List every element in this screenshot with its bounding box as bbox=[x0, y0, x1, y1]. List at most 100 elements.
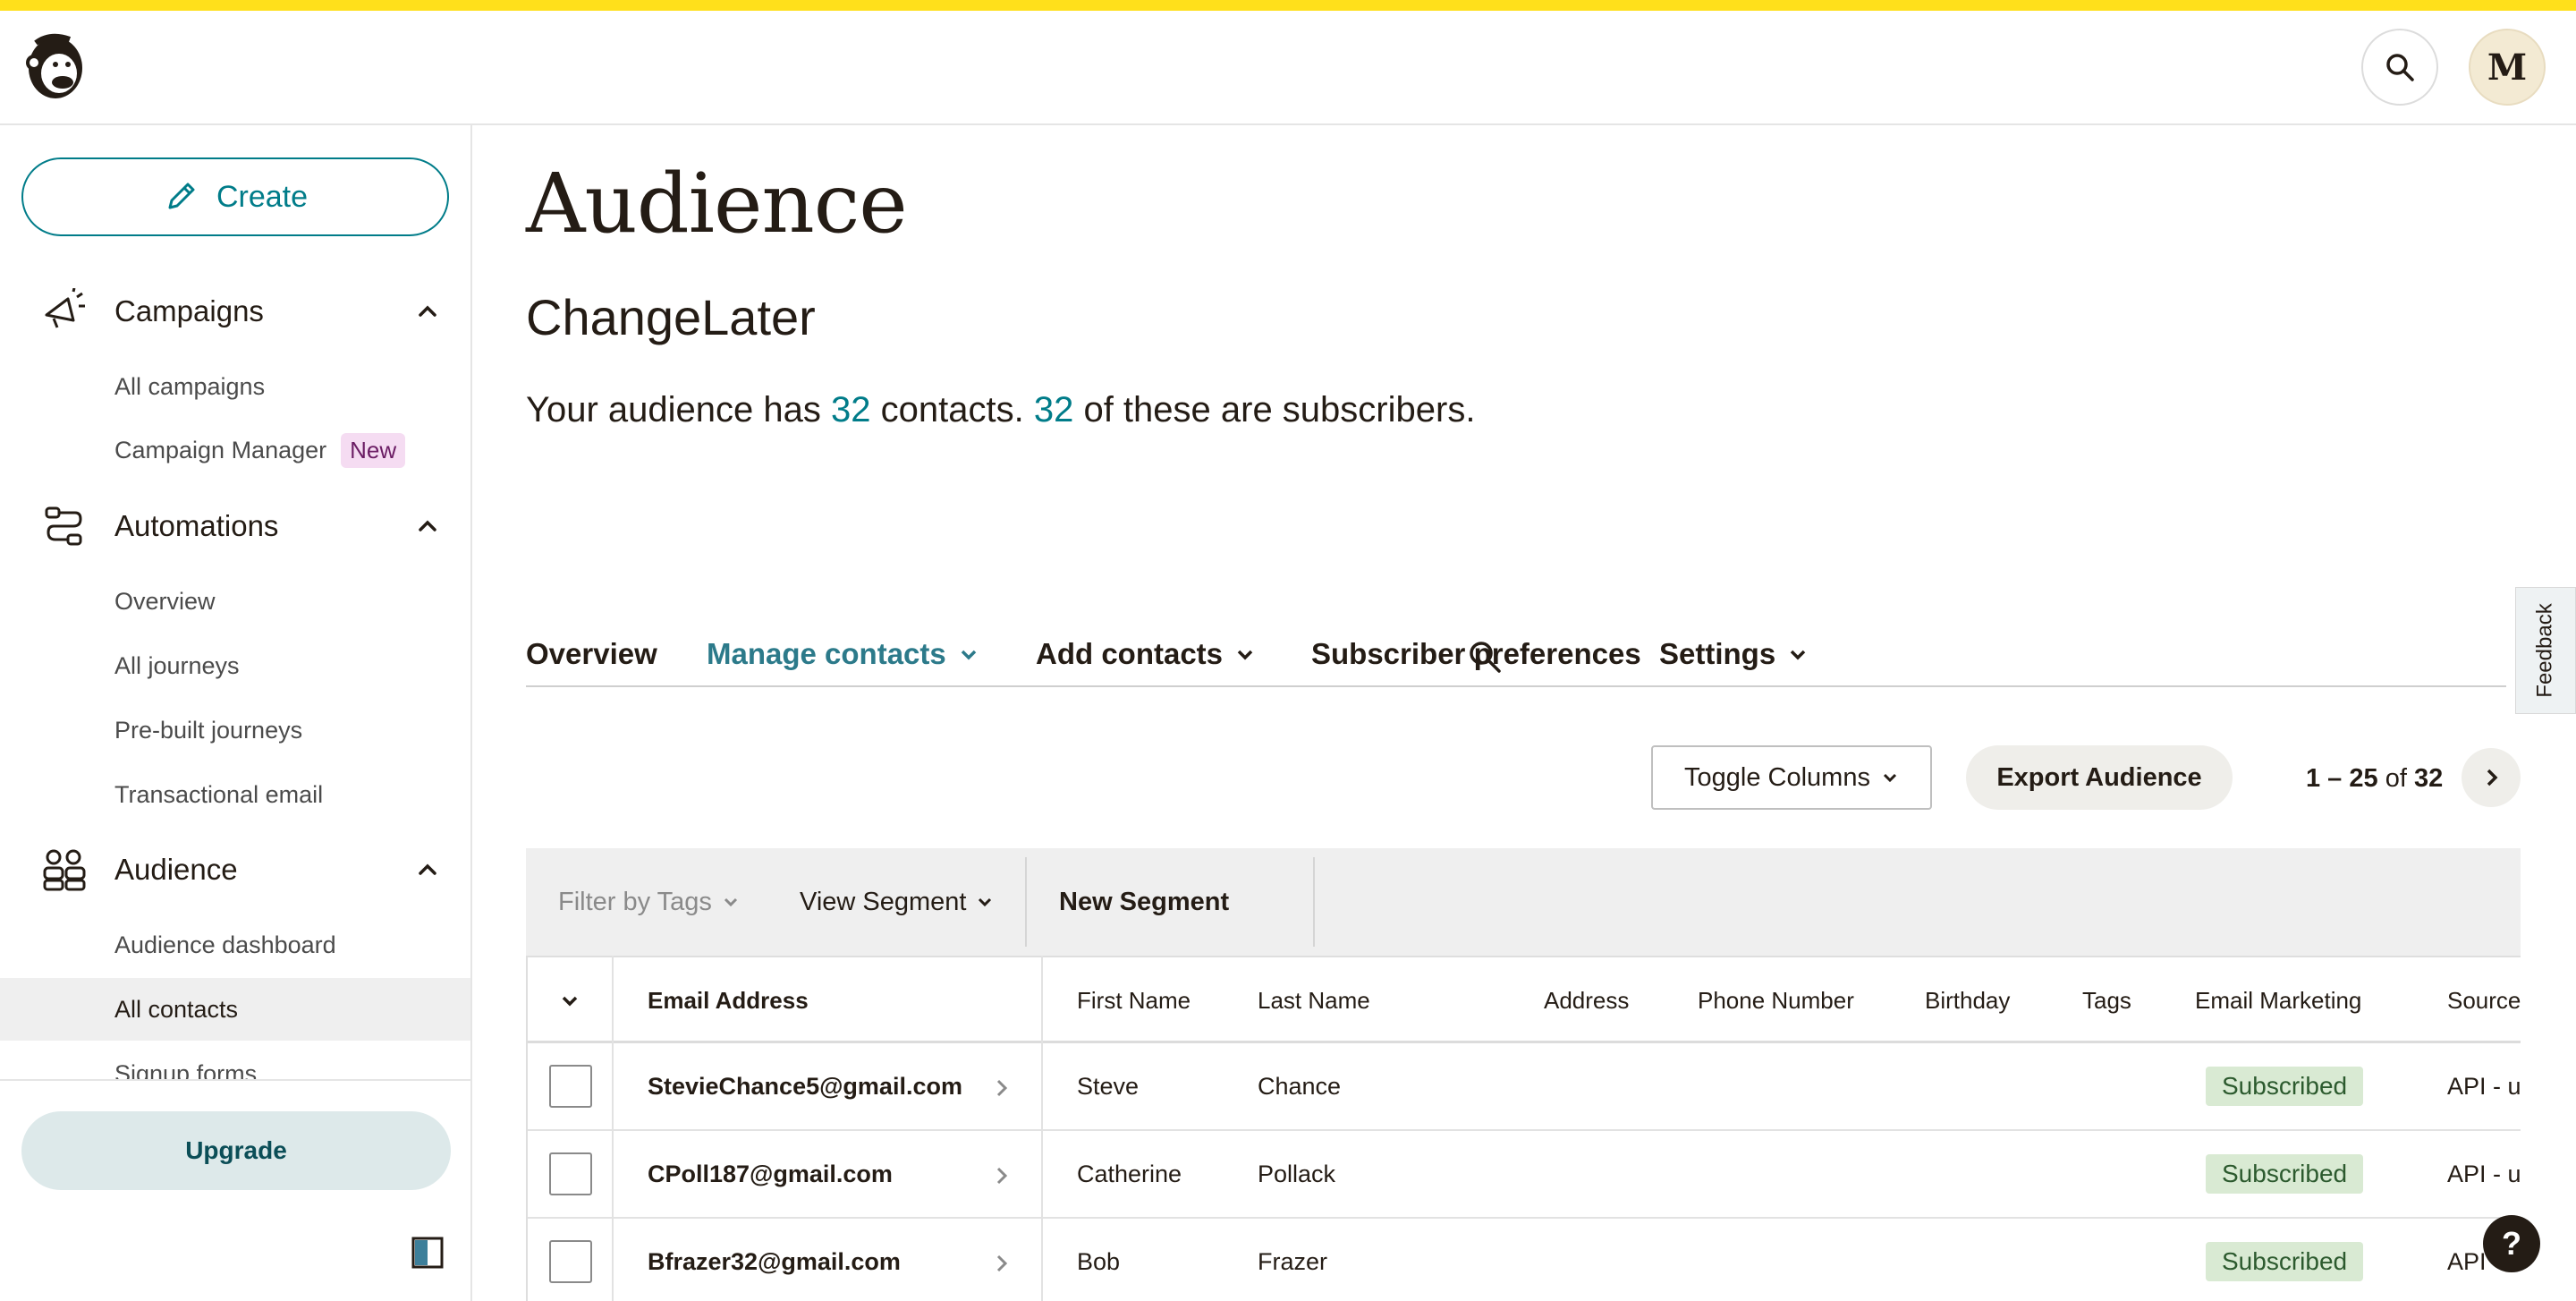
top-bar: M bbox=[0, 0, 2576, 125]
export-audience-button[interactable]: Export Audience bbox=[1966, 745, 2233, 810]
toggle-columns-label: Toggle Columns bbox=[1684, 762, 1870, 792]
brand-stripe bbox=[0, 0, 2576, 11]
megaphone-icon bbox=[45, 288, 85, 328]
divider bbox=[1313, 857, 1315, 947]
help-button[interactable]: ? bbox=[2483, 1215, 2540, 1272]
global-search-button[interactable] bbox=[2361, 29, 2438, 106]
column-header-tags[interactable]: Tags bbox=[2082, 957, 2131, 1043]
email-cell[interactable]: StevieChance5@gmail.com bbox=[648, 1043, 962, 1129]
next-page-button[interactable] bbox=[2462, 748, 2521, 807]
row-checkbox[interactable] bbox=[549, 1240, 592, 1283]
last-name-cell: Chance bbox=[1258, 1072, 1342, 1100]
status-badge: Subscribed bbox=[2206, 1154, 2364, 1194]
column-divider bbox=[1041, 956, 1043, 1301]
column-header-birthday[interactable]: Birthday bbox=[1925, 957, 2010, 1043]
collapse-sidebar-icon[interactable] bbox=[411, 1237, 444, 1269]
sidebar-item-all-contacts[interactable]: All contacts bbox=[0, 978, 470, 1041]
pencil-icon bbox=[168, 183, 195, 209]
audience-tabs: Overview Manage contacts Add contacts Su… bbox=[526, 623, 2506, 687]
upgrade-button[interactable]: Upgrade bbox=[21, 1111, 451, 1190]
first-name-cell: Catherine bbox=[1077, 1160, 1182, 1187]
sidebar-item-transactional-email[interactable]: Transactional email bbox=[0, 763, 470, 826]
table-row[interactable]: StevieChance5@gmail.com Steve Chance Sub… bbox=[528, 1043, 2521, 1131]
tab-label: Add contacts bbox=[1036, 637, 1224, 670]
chevron-up-icon[interactable] bbox=[413, 855, 442, 884]
chevron-up-icon[interactable] bbox=[413, 297, 442, 326]
column-header-last-name[interactable]: Last Name bbox=[1258, 957, 1370, 1043]
sidebar-item-campaign-manager[interactable]: Campaign Manager New bbox=[0, 419, 470, 481]
last-name-cell: Frazer bbox=[1258, 1247, 1328, 1275]
chevron-up-icon[interactable] bbox=[413, 512, 442, 540]
create-button[interactable]: Create bbox=[21, 157, 449, 236]
sidebar-section-campaigns[interactable]: Campaigns bbox=[0, 285, 470, 338]
sidebar-item-label: Transactional email bbox=[114, 780, 324, 808]
first-name-cell: Bob bbox=[1077, 1247, 1121, 1275]
workflow-icon bbox=[45, 506, 82, 546]
new-segment-button[interactable]: New Segment bbox=[1059, 848, 1229, 956]
table-row[interactable]: CPoll187@gmail.com Catherine Pollack Sub… bbox=[528, 1131, 2521, 1219]
tab-overview[interactable]: Overview bbox=[526, 623, 657, 685]
avatar[interactable]: M bbox=[2469, 29, 2546, 106]
sidebar-section-automations[interactable]: Automations bbox=[0, 499, 470, 553]
sidebar-item-audience-dashboard[interactable]: Audience dashboard bbox=[0, 914, 470, 976]
status-badge: Subscribed bbox=[2206, 1242, 2364, 1281]
chevron-down-icon bbox=[1883, 773, 1897, 783]
row-checkbox[interactable] bbox=[549, 1065, 592, 1108]
feedback-tab[interactable]: Feedback bbox=[2515, 587, 2576, 714]
chevron-right-icon[interactable] bbox=[991, 1163, 1013, 1188]
column-header-source[interactable]: Source bbox=[2447, 957, 2521, 1043]
audience-name: ChangeLater bbox=[526, 289, 816, 345]
column-header-first-name[interactable]: First Name bbox=[1077, 957, 1191, 1043]
column-divider bbox=[612, 956, 614, 1301]
filter-by-tags-dropdown[interactable]: Filter by Tags bbox=[558, 848, 739, 956]
sidebar-item-all-journeys[interactable]: All journeys bbox=[0, 634, 470, 697]
contacts-count-link[interactable]: 32 bbox=[831, 390, 871, 429]
sidebar-item-pre-built-journeys[interactable]: Pre-built journeys bbox=[0, 699, 470, 761]
source-cell: API - ur bbox=[2447, 1072, 2521, 1100]
email-cell[interactable]: Bfrazer32@gmail.com bbox=[648, 1219, 901, 1301]
summary-text: contacts. bbox=[870, 390, 1034, 429]
sidebar-item-label: All contacts bbox=[114, 995, 239, 1023]
chevron-down-icon bbox=[961, 650, 976, 660]
subscribers-count-link[interactable]: 32 bbox=[1034, 390, 1074, 429]
people-icon bbox=[43, 849, 86, 891]
view-segment-label: View Segment bbox=[800, 887, 967, 916]
chevron-down-icon bbox=[1237, 650, 1253, 660]
toggle-columns-button[interactable]: Toggle Columns bbox=[1651, 745, 1932, 810]
table-header: Email Address First Name Last Name Addre… bbox=[528, 956, 2521, 1043]
chevron-down-icon[interactable] bbox=[560, 991, 580, 1011]
column-header-email[interactable]: Email Address bbox=[648, 957, 809, 1043]
email-marketing-cell: Subscribed bbox=[2206, 1043, 2364, 1129]
first-name-cell: Steve bbox=[1077, 1072, 1140, 1100]
sidebar-section-audience[interactable]: Audience bbox=[0, 843, 470, 897]
chevron-down-icon bbox=[724, 897, 737, 907]
sidebar-item-overview[interactable]: Overview bbox=[0, 570, 470, 633]
chevron-right-icon[interactable] bbox=[991, 1251, 1013, 1276]
pagination-summary: 1 – 25 of 32 bbox=[2306, 752, 2443, 805]
email-marketing-cell: Subscribed bbox=[2206, 1219, 2364, 1301]
tab-label: Settings bbox=[1659, 637, 1776, 670]
table-row[interactable]: Bfrazer32@gmail.com Bob Frazer Subscribe… bbox=[528, 1219, 2521, 1301]
tab-add-contacts[interactable]: Add contacts bbox=[1036, 623, 1255, 685]
summary-text: Your audience has bbox=[526, 390, 832, 429]
feedback-label: Feedback bbox=[2533, 603, 2557, 698]
row-checkbox[interactable] bbox=[549, 1152, 592, 1195]
mailchimp-logo-icon[interactable] bbox=[23, 30, 91, 102]
email-cell[interactable]: CPoll187@gmail.com bbox=[648, 1131, 893, 1217]
sidebar-item-all-campaigns[interactable]: All campaigns bbox=[0, 355, 470, 418]
sidebar-item-label: Campaign Manager bbox=[114, 436, 327, 463]
tab-manage-contacts[interactable]: Manage contacts bbox=[707, 623, 979, 685]
last-name-cell: Pollack bbox=[1258, 1160, 1336, 1187]
tab-settings[interactable]: Settings bbox=[1659, 623, 1808, 685]
search-icon[interactable] bbox=[1467, 639, 1503, 675]
audience-summary: Your audience has 32 contacts. 32 of the… bbox=[526, 390, 1475, 430]
column-header-phone-number[interactable]: Phone Number bbox=[1698, 957, 1854, 1043]
column-header-address[interactable]: Address bbox=[1544, 957, 1629, 1043]
chevron-right-icon[interactable] bbox=[991, 1076, 1013, 1101]
new-badge: New bbox=[341, 432, 406, 468]
pager-range: 1 – 25 bbox=[2306, 763, 2378, 793]
sidebar-section-label: Audience bbox=[114, 853, 238, 886]
chevron-down-icon bbox=[979, 897, 992, 907]
view-segment-dropdown[interactable]: View Segment bbox=[800, 848, 993, 956]
column-header-email-marketing[interactable]: Email Marketing bbox=[2195, 957, 2361, 1043]
